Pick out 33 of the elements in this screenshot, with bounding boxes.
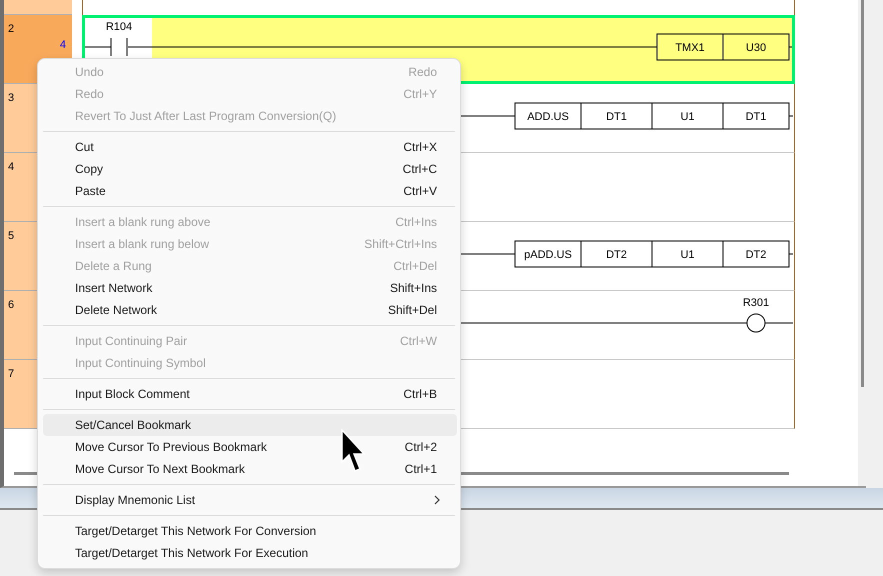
- instruction-cell: pADD.US: [514, 240, 582, 268]
- instruction-cell: ADD.US: [514, 102, 582, 130]
- shortcut-text: Ctrl+Ins: [395, 215, 437, 229]
- shortcut-text: Ctrl+Del: [393, 259, 437, 273]
- instruction-cell: DT1: [722, 102, 790, 130]
- rung-number: 7: [8, 368, 14, 380]
- instruction-cell: U1: [652, 240, 724, 268]
- shortcut-text: Ctrl+Y: [403, 87, 437, 101]
- shortcut-text: Shift+Del: [388, 303, 437, 317]
- shortcut-text: Redo: [408, 65, 437, 79]
- shortcut-text: Ctrl+V: [403, 184, 437, 198]
- shortcut-text: Ctrl+C: [402, 162, 437, 176]
- shortcut-text: Ctrl+2: [404, 440, 437, 454]
- rung-number: 3: [8, 92, 14, 104]
- instruction-cell: DT1: [580, 102, 652, 130]
- shortcut-text: Shift+Ins: [390, 281, 437, 295]
- rung-number: 2: [8, 23, 14, 35]
- device-label: R104: [106, 21, 132, 33]
- instruction-cell: U30: [722, 34, 790, 60]
- step-number: 4: [60, 39, 66, 51]
- device-label: R301: [742, 297, 770, 309]
- shortcut-text: Shift+Ctrl+Ins: [364, 237, 437, 251]
- shortcut-text: Ctrl+B: [403, 387, 437, 401]
- instruction-cell: DT2: [722, 240, 790, 268]
- shortcut-text: Ctrl+W: [400, 334, 437, 348]
- rung-number: 4: [8, 161, 14, 173]
- rung-number: 5: [8, 230, 14, 242]
- instruction-cell: TMX1: [656, 34, 724, 60]
- shortcut-text: Ctrl+X: [403, 140, 437, 154]
- shortcut-text: Ctrl+1: [404, 462, 437, 476]
- instruction-cell: DT2: [580, 240, 652, 268]
- rung-number: 6: [8, 299, 14, 311]
- instruction-cell: U1: [652, 102, 724, 130]
